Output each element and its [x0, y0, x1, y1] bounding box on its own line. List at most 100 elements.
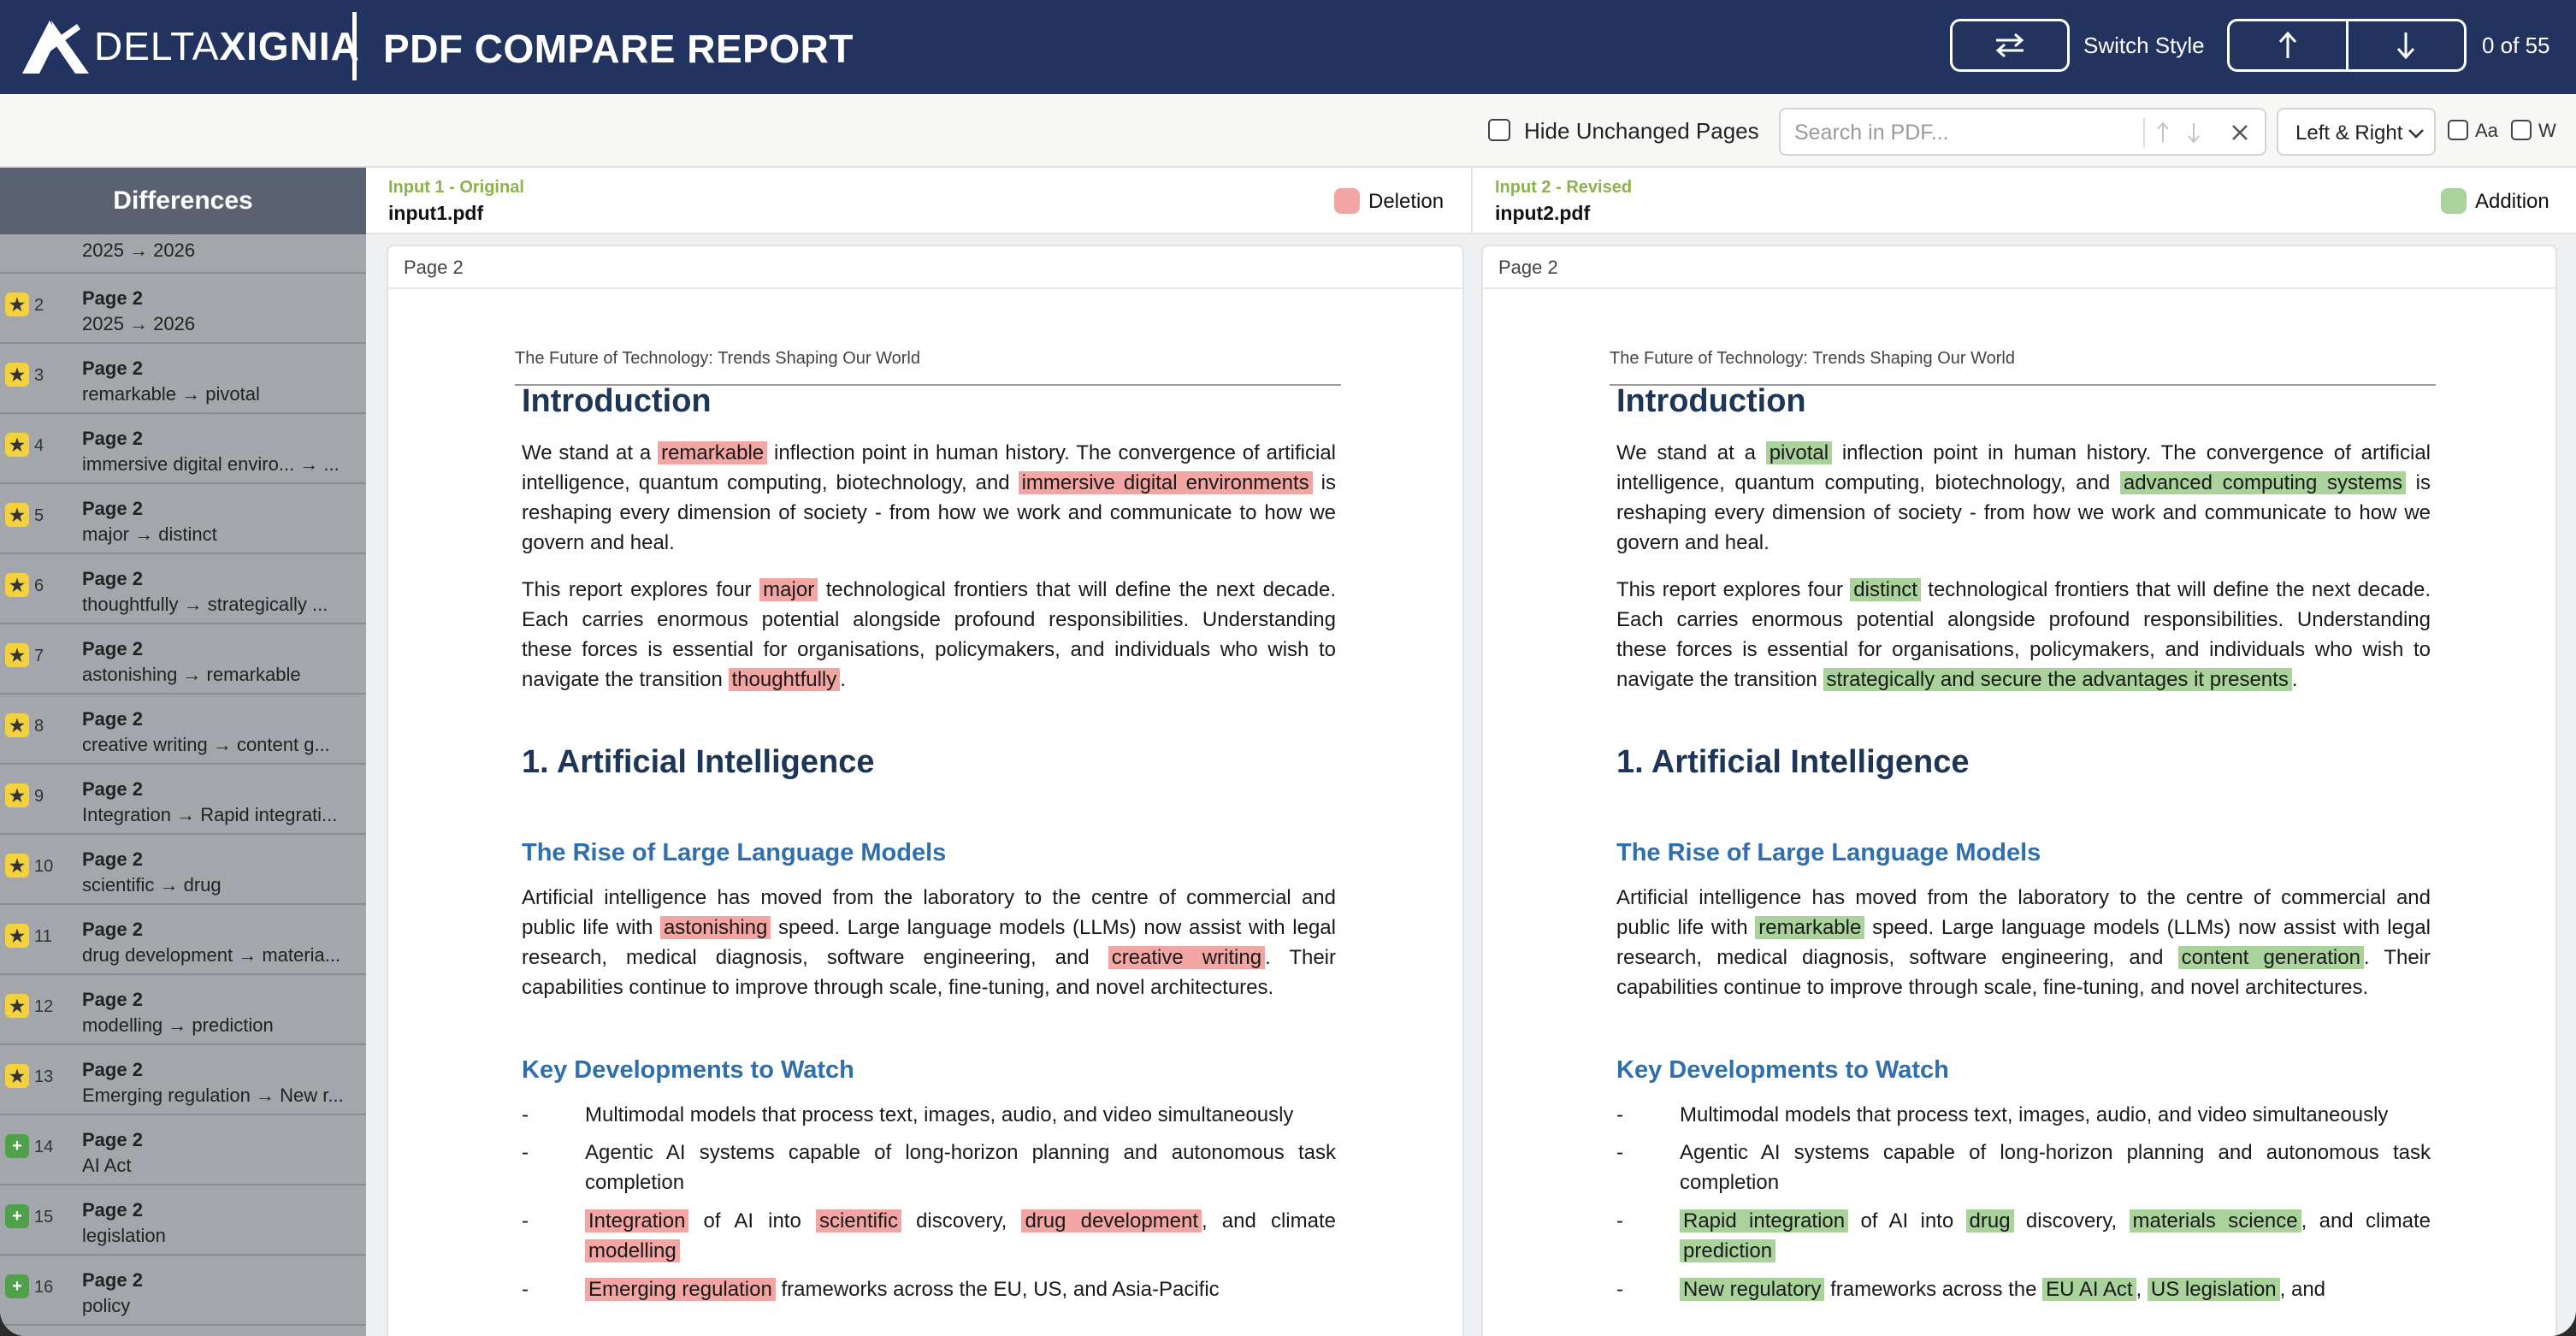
added-text[interactable]: content generation — [2177, 946, 2364, 969]
added-text[interactable]: advanced computing systems — [2119, 471, 2407, 494]
toolbar: Hide Unchanged Pages Left & Right Aa W — [0, 94, 2576, 168]
deleted-text[interactable]: remarkable — [658, 441, 768, 464]
difference-page: Page 2 — [82, 287, 143, 309]
heading-developments: Key Developments to Watch — [1616, 1056, 1949, 1084]
star-icon: ★ — [5, 924, 29, 948]
heading-developments: Key Developments to Watch — [522, 1056, 854, 1084]
search-previous-button[interactable] — [2155, 120, 2171, 150]
deleted-text[interactable]: creative writing — [1108, 946, 1266, 969]
difference-item[interactable]: ★ 2 Page 2 2025 → 2026 — [0, 274, 366, 344]
differences-list: ★ 2025 → 2026 ★ 2 Page 2 2025 → 2026 ★ 3 Page … — [0, 207, 366, 1326]
heading-introduction: Introduction — [1616, 383, 1806, 419]
original-label: Input 1 - Original — [388, 178, 524, 197]
deleted-text[interactable]: modelling — [585, 1239, 680, 1262]
added-text[interactable]: prediction — [1680, 1239, 1776, 1262]
header-divider — [352, 12, 357, 80]
switch-style-button[interactable] — [1950, 19, 2070, 72]
revised-label: Input 2 - Revised — [1495, 178, 1633, 197]
deleted-text[interactable]: Integration — [585, 1209, 689, 1233]
difference-desc: policy — [82, 1295, 131, 1316]
difference-desc: major → distinct — [82, 523, 217, 545]
view-mode-select[interactable]: Left & Right — [2277, 108, 2436, 156]
revised-file-header: Input 2 - Revised input2.pdf Addition — [1473, 168, 2576, 234]
difference-item[interactable]: ★ 4 Page 2 immersive digital enviro... → ..… — [0, 414, 366, 484]
report-title: PDF COMPARE REPORT — [383, 27, 854, 71]
difference-item[interactable]: +15 Page 2 legislation — [0, 1185, 366, 1256]
plus-icon: + — [5, 1204, 29, 1228]
difference-item[interactable]: ★ 3 Page 2 remarkable → pivotal — [0, 344, 366, 414]
paragraph-report: This report explores four distinct techn… — [1616, 578, 2431, 691]
added-text[interactable]: strategically and secure the advantages … — [1823, 668, 2292, 691]
match-case-checkbox[interactable] — [2448, 120, 2468, 140]
paragraph-intro: We stand at a pivotal inflection point i… — [1616, 441, 2431, 554]
plus-icon: + — [5, 1274, 29, 1298]
difference-item[interactable]: ★ 7 Page 2 astonishing → remarkable — [0, 624, 366, 695]
difference-item[interactable]: +14 Page 2 AI Act — [0, 1115, 366, 1185]
difference-desc: Emerging regulation → New r... — [82, 1085, 344, 1106]
clear-search-button[interactable] — [2227, 118, 2253, 151]
page-label: Page 2 — [388, 246, 1462, 289]
hide-unchanged-checkbox[interactable] — [1488, 119, 1510, 141]
difference-number: 10 — [34, 857, 54, 876]
deleted-text[interactable]: scientific — [815, 1209, 901, 1233]
star-icon: ★ — [5, 994, 29, 1018]
difference-number: 12 — [34, 997, 54, 1016]
difference-item[interactable]: ★ 12 Page 2 modelling → prediction — [0, 975, 366, 1045]
deleted-text[interactable]: major — [759, 578, 818, 601]
original-page-pane[interactable]: Page 2 The Future of Technology: Trends … — [387, 245, 1464, 1336]
deleted-text[interactable]: immersive digital environments — [1018, 471, 1313, 494]
difference-desc: 2025 → 2026 — [82, 313, 196, 334]
added-text[interactable]: distinct — [1850, 578, 1921, 601]
difference-item[interactable]: ★ 11 Page 2 drug development → materia... — [0, 905, 366, 975]
difference-item[interactable]: ★ 13 Page 2 Emerging regulation → New r... — [0, 1045, 366, 1115]
previous-difference-button[interactable] — [2230, 21, 2346, 69]
view-mode-value: Left & Right — [2295, 121, 2403, 145]
difference-item[interactable]: +16 Page 2 policy — [0, 1256, 366, 1326]
difference-desc: drug development → materia... — [82, 944, 341, 966]
added-text[interactable]: pivotal — [1765, 441, 1833, 464]
search-next-button[interactable] — [2186, 120, 2201, 150]
difference-page: Page 2 — [82, 1129, 143, 1150]
difference-page: Page 2 — [82, 989, 143, 1010]
deleted-text[interactable]: drug development — [1021, 1209, 1202, 1233]
deleted-text[interactable]: thoughtfully — [728, 668, 841, 691]
added-text[interactable]: remarkable — [1755, 916, 1865, 939]
search-box — [1779, 108, 2266, 156]
arrow-down-icon — [2397, 33, 2415, 60]
difference-item[interactable]: ★ 6 Page 2 thoughtfully → strategically ... — [0, 554, 366, 624]
switch-style-label: Switch Style — [2083, 33, 2205, 58]
difference-item[interactable]: ★ 9 Page 2 Integration → Rapid integrati... — [0, 765, 366, 835]
star-icon: ★ — [5, 643, 29, 667]
search-input[interactable] — [1794, 118, 2136, 147]
difference-item[interactable]: ★ 10 Page 2 scientific → drug — [0, 835, 366, 905]
difference-number: 16 — [34, 1278, 54, 1297]
whole-word-label: W — [2538, 120, 2556, 141]
added-text[interactable]: materials science — [2129, 1209, 2301, 1233]
star-icon: ★ — [5, 433, 29, 457]
deleted-text[interactable]: Emerging regulation — [585, 1278, 776, 1301]
difference-page: Page 2 — [82, 1269, 143, 1291]
added-text[interactable]: New regulatory — [1680, 1278, 1825, 1301]
added-text[interactable]: drug — [1965, 1209, 2014, 1233]
deleted-text[interactable]: astonishing — [659, 916, 771, 939]
difference-page: Page 2 — [82, 919, 143, 940]
next-difference-button[interactable] — [2345, 21, 2465, 69]
added-text[interactable]: US legislation — [2147, 1278, 2280, 1301]
arrow-down-icon — [2188, 123, 2200, 144]
added-text[interactable]: Rapid integration — [1680, 1209, 1849, 1233]
difference-item[interactable]: ★ 8 Page 2 creative writing → content g... — [0, 695, 366, 765]
paragraph-llm: Artificial intelligence has moved from t… — [522, 886, 1336, 999]
difference-desc: remarkable → pivotal — [82, 383, 260, 405]
addition-legend-label: Addition — [2475, 190, 2549, 213]
whole-word-checkbox[interactable] — [2511, 120, 2532, 140]
differences-sidebar: ★ 2025 → 2026 ★ 2 Page 2 2025 → 2026 ★ 3 Page … — [0, 168, 366, 1336]
added-text[interactable]: EU AI Act — [2042, 1278, 2136, 1301]
logo: DELTAXIGNIA — [22, 12, 360, 80]
difference-page: Page 2 — [82, 358, 143, 379]
diff-navigation — [2227, 19, 2467, 72]
paragraph-intro: We stand at a remarkable inflection poin… — [522, 441, 1337, 554]
revised-page-pane[interactable]: Page 2 The Future of Technology: Trends … — [1481, 245, 2557, 1336]
difference-desc: scientific → drug — [82, 874, 222, 896]
difference-item[interactable]: ★ 5 Page 2 major → distinct — [0, 484, 366, 554]
original-filename: input1.pdf — [388, 202, 484, 224]
